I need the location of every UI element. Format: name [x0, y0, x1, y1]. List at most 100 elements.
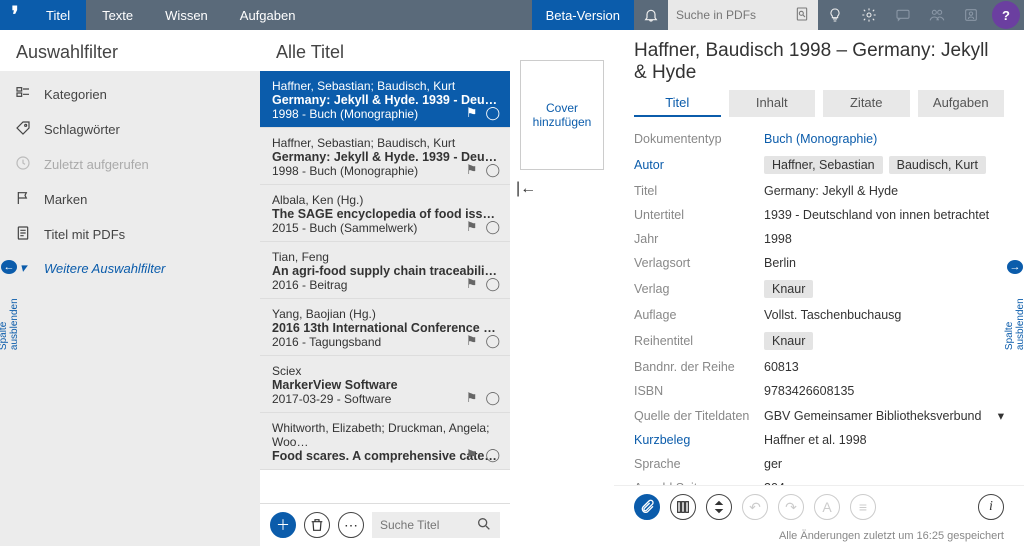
title-item[interactable]: Haffner, Sebastian; Baudisch, KurtGerman…	[260, 128, 510, 185]
item-authors: Tian, Feng	[272, 250, 498, 264]
circle-icon[interactable]: ◯	[485, 390, 500, 406]
add-cover[interactable]: Cover hinzufügen	[520, 60, 604, 170]
pdf-search[interactable]	[668, 0, 818, 30]
item-authors: Whitworth, Elizabeth; Druckman, Angela; …	[272, 421, 498, 449]
updown-button[interactable]	[706, 494, 732, 520]
field-quelle[interactable]: GBV Gemeinsamer Bibliotheksverbund▾	[764, 408, 1004, 423]
chat-icon[interactable]	[886, 0, 920, 30]
filter-label: Schlagwörter	[44, 122, 120, 137]
circle-icon[interactable]: ◯	[485, 276, 500, 292]
field-titel[interactable]: Germany: Jekyll & Hyde	[764, 184, 1004, 198]
pdf-search-input[interactable]	[676, 8, 794, 22]
title-search-input[interactable]	[380, 518, 476, 532]
field-jahr[interactable]: 1998	[764, 232, 1004, 246]
arrow-right-icon: →	[1007, 260, 1023, 274]
dropdown-icon[interactable]: ▾	[998, 408, 1004, 423]
field-verlag[interactable]: Knaur	[764, 280, 1004, 298]
title-item[interactable]: SciexMarkerView Software2017-03-29 - Sof…	[260, 356, 510, 413]
field-reihentitel[interactable]: Knaur	[764, 332, 1004, 350]
flag-icon[interactable]: ⚑	[466, 333, 478, 349]
lightbulb-icon[interactable]	[818, 0, 852, 30]
undo-button[interactable]: ↶	[742, 494, 768, 520]
tab-aufgaben[interactable]: Aufgaben	[224, 0, 312, 30]
field-label-autor[interactable]: Autor	[634, 158, 764, 172]
field-dokumententyp[interactable]: Buch (Monographie)	[764, 132, 1004, 146]
field-verlagsort[interactable]: Berlin	[764, 256, 1004, 270]
list-heading: Alle Titel	[260, 30, 510, 71]
info-button[interactable]: i	[978, 494, 1004, 520]
item-title: The SAGE encyclopedia of food issues	[272, 207, 498, 221]
more-actions-button[interactable]: ⋯	[338, 512, 364, 538]
field-label: Quelle der Titeldaten	[634, 409, 764, 423]
tab-texte[interactable]: Texte	[86, 0, 149, 30]
filter-zuletzt[interactable]: Zuletzt aufgerufen	[0, 147, 260, 182]
help-button[interactable]: ?	[992, 1, 1020, 29]
circle-icon[interactable]: ◯	[485, 162, 500, 178]
field-kurzbeleg[interactable]: Haffner et al. 1998	[764, 433, 1004, 447]
title-search[interactable]	[372, 512, 500, 538]
user-box-icon[interactable]	[954, 0, 988, 30]
field-autor[interactable]: Haffner, Sebastian Baudisch, Kurt	[764, 156, 1004, 174]
filter-kategorien[interactable]: Kategorien	[0, 77, 260, 112]
title-item[interactable]: Tian, FengAn agri-food supply chain trac…	[260, 242, 510, 299]
people-icon[interactable]	[920, 0, 954, 30]
title-item[interactable]: Whitworth, Elizabeth; Druckman, Angela; …	[260, 413, 510, 470]
field-sprache[interactable]: ger	[764, 457, 1004, 471]
title-item[interactable]: Yang, Baojian (Hg.)2016 13th Internation…	[260, 299, 510, 356]
author-chip[interactable]: Baudisch, Kurt	[889, 156, 986, 174]
detail-tab-titel[interactable]: Titel	[634, 90, 721, 117]
title-item[interactable]: Haffner, Sebastian; Baudisch, KurtGerman…	[260, 71, 510, 128]
gear-icon[interactable]	[852, 0, 886, 30]
detail-tab-inhalt[interactable]: Inhalt	[729, 90, 816, 117]
add-title-button[interactable]: ＋	[270, 512, 296, 538]
field-label: ISBN	[634, 384, 764, 398]
lines-button[interactable]: ≡	[850, 494, 876, 520]
tab-wissen[interactable]: Wissen	[149, 0, 224, 30]
filter-more[interactable]: ▾ Weitere Auswahlfilter	[0, 252, 260, 284]
field-untertitel[interactable]: 1939 - Deutschland von innen betrachtet	[764, 208, 1004, 222]
item-authors: Yang, Baojian (Hg.)	[272, 307, 498, 321]
bell-icon[interactable]	[634, 0, 668, 30]
flag-icon[interactable]: ⚑	[466, 447, 478, 463]
field-label: Jahr	[634, 232, 764, 246]
field-label: Titel	[634, 184, 764, 198]
filter-more-label: Weitere Auswahlfilter	[44, 261, 165, 276]
filter-pdfs[interactable]: Titel mit PDFs	[0, 217, 260, 252]
author-chip[interactable]: Haffner, Sebastian	[764, 156, 883, 174]
circle-icon[interactable]: ◯	[485, 105, 500, 121]
collapse-arrow-icon[interactable]: |←	[516, 180, 614, 198]
library-button[interactable]	[670, 494, 696, 520]
delete-button[interactable]	[304, 512, 330, 538]
title-item[interactable]: Albala, Ken (Hg.)The SAGE encyclopedia o…	[260, 185, 510, 242]
collapse-right-handle[interactable]: → Spalte ausblenden	[1006, 260, 1024, 350]
flag-icon[interactable]: ⚑	[466, 219, 478, 235]
flag-icon[interactable]: ⚑	[466, 276, 478, 292]
circle-icon[interactable]: ◯	[485, 219, 500, 235]
reihe-chip[interactable]: Knaur	[764, 332, 813, 350]
detail-tab-zitate[interactable]: Zitate	[823, 90, 910, 117]
flag-icon[interactable]: ⚑	[466, 390, 478, 406]
pdf-icon	[14, 225, 32, 244]
flag-icon[interactable]: ⚑	[466, 105, 478, 121]
detail-tab-aufgaben[interactable]: Aufgaben	[918, 90, 1005, 117]
tag-icon	[14, 120, 32, 139]
collapse-left-handle[interactable]: ← Spalte ausblenden	[0, 260, 18, 350]
field-isbn[interactable]: 9783426608135	[764, 384, 1004, 398]
font-button[interactable]: A	[814, 494, 840, 520]
filter-marken[interactable]: Marken	[0, 182, 260, 217]
flag-icon[interactable]: ⚑	[466, 162, 478, 178]
item-title: Germany: Jekyll & Hyde. 1939 - Deutschla…	[272, 150, 498, 164]
app-logo[interactable]: ❜	[0, 0, 30, 30]
redo-button[interactable]: ↷	[778, 494, 804, 520]
attach-button[interactable]	[634, 494, 660, 520]
field-label: Verlagsort	[634, 256, 764, 270]
tab-titel[interactable]: Titel	[30, 0, 86, 30]
field-auflage[interactable]: Vollst. Taschenbuchausg	[764, 308, 1004, 322]
circle-icon[interactable]: ◯	[485, 447, 500, 463]
circle-icon[interactable]: ◯	[485, 333, 500, 349]
verlag-chip[interactable]: Knaur	[764, 280, 813, 298]
filter-schlagwoerter[interactable]: Schlagwörter	[0, 112, 260, 147]
field-label-kurzbeleg[interactable]: Kurzbeleg	[634, 433, 764, 447]
field-bandnr[interactable]: 60813	[764, 360, 1004, 374]
clock-icon	[14, 155, 32, 174]
